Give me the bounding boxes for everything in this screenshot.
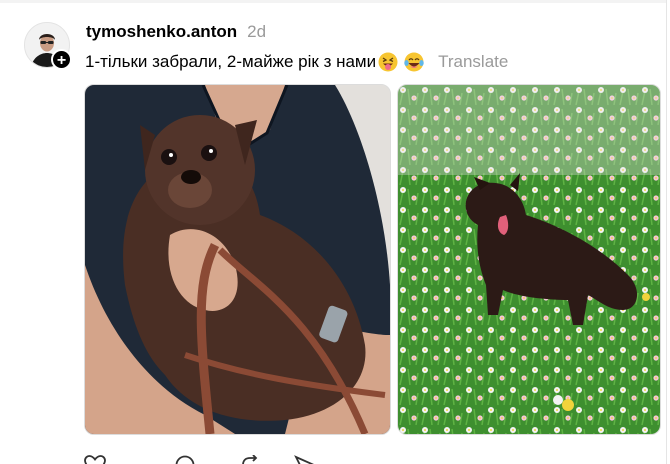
photo-puppy-held-in-arms[interactable] (84, 84, 391, 435)
translate-link[interactable]: Translate (438, 52, 508, 72)
follow-plus-icon[interactable]: + (51, 49, 72, 70)
heart-icon[interactable] (84, 455, 106, 464)
post-caption: 1-тільки забрали, 2-майже рік з нами (85, 52, 377, 71)
username[interactable]: tymoshenko.anton (86, 22, 237, 42)
post-timestamp[interactable]: 2d (247, 22, 266, 42)
top-divider (0, 0, 666, 3)
share-icon[interactable] (294, 455, 316, 464)
repost-icon[interactable] (239, 454, 261, 464)
squinting-face-with-tongue-icon (378, 52, 398, 72)
caption-line: 1-тільки забрали, 2-майже рік з нами Tra (85, 51, 508, 73)
column-divider (666, 0, 667, 464)
photo-dog-in-flower-field[interactable] (397, 84, 661, 435)
face-with-tears-of-joy-icon (404, 52, 424, 72)
comment-icon[interactable] (174, 455, 196, 464)
post-container: + tymoshenko.anton 2d 1-тільки забрали, … (0, 0, 670, 464)
post-header: tymoshenko.anton 2d (86, 22, 266, 44)
